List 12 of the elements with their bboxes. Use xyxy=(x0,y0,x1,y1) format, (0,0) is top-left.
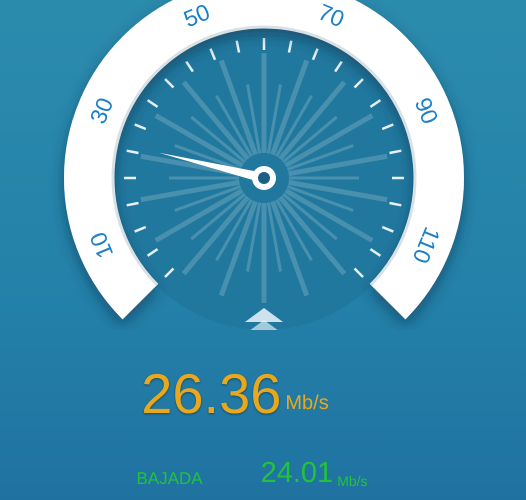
scale-label: 70 xyxy=(314,0,348,32)
scale-label: 90 xyxy=(410,94,444,128)
scale-label: 110 xyxy=(408,223,446,268)
speed-unit: Mb/s xyxy=(285,391,329,416)
scale-label: 30 xyxy=(84,94,118,128)
speed-value: 26.36 xyxy=(141,366,282,422)
scale-label: 10 xyxy=(84,228,118,262)
scale-label: 50 xyxy=(180,0,214,32)
result-unit: Mb/s xyxy=(337,472,368,490)
chevrons-up-icon xyxy=(245,308,283,330)
result-label: BAJADA xyxy=(136,468,203,490)
result-value: 24.01 xyxy=(260,456,334,491)
